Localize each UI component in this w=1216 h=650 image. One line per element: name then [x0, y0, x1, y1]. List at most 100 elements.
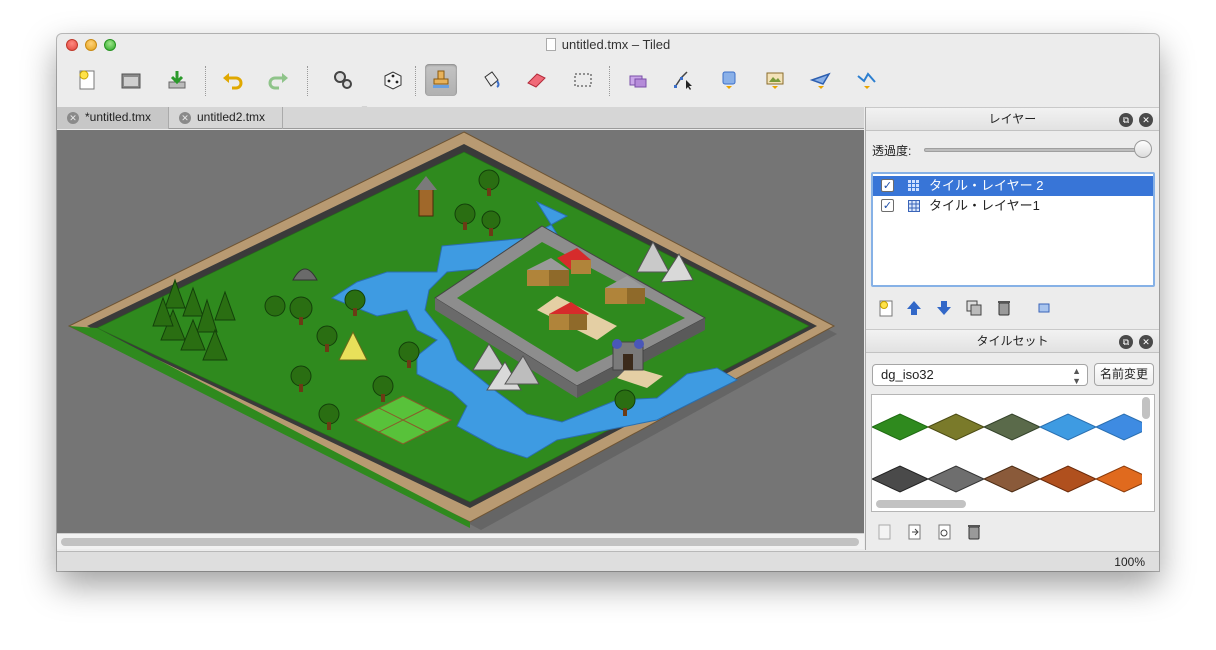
document-tabs: ✕ *untitled.tmx ✕ untitled2.tmx	[57, 107, 864, 129]
right-dock: レイヤー ⧉ ✕ 透過度: ✓ タイル・レイヤー 2 ✓ タイル・レイヤー1 タ…	[865, 107, 1159, 550]
eraser-button[interactable]	[521, 64, 553, 96]
save-download-icon	[168, 71, 186, 89]
close-panel-icon[interactable]: ✕	[1139, 113, 1153, 127]
undo-button[interactable]	[217, 64, 249, 96]
tile[interactable]	[926, 465, 986, 493]
toolbar-separator	[205, 66, 206, 96]
close-tab-icon[interactable]: ✕	[179, 112, 191, 124]
map-canvas[interactable]	[57, 130, 864, 533]
open-folder-icon	[121, 73, 141, 89]
zoom-window-button[interactable]	[104, 39, 116, 51]
layers-panel-title-text: レイヤー	[988, 112, 1037, 126]
duplicate-layer-icon[interactable]	[964, 298, 984, 318]
stamp-icon	[433, 70, 449, 88]
delete-layer-icon[interactable]	[994, 298, 1014, 318]
tile[interactable]	[872, 465, 930, 493]
tile[interactable]	[1038, 465, 1098, 493]
insert-rectangle-button[interactable]	[713, 64, 745, 96]
layer-name: タイル・レイヤー 2	[929, 178, 1044, 193]
tileset-dropdown-value: dg_iso32	[881, 367, 934, 382]
layers-panel-title: レイヤー ⧉ ✕	[866, 107, 1159, 131]
tile[interactable]	[982, 465, 1042, 493]
delete-tileset-icon[interactable]	[964, 522, 984, 542]
close-window-button[interactable]	[66, 39, 78, 51]
tile[interactable]	[1094, 413, 1154, 441]
commands-button[interactable]	[327, 64, 359, 96]
isometric-map[interactable]	[57, 130, 864, 533]
import-tileset-icon[interactable]	[904, 522, 924, 542]
watch-tower	[418, 187, 434, 217]
opacity-slider[interactable]	[924, 148, 1146, 152]
zoom-level[interactable]: 100%	[1114, 555, 1145, 569]
updown-arrows-icon: ▲ ▼	[1072, 366, 1081, 386]
rectangle-select-icon	[574, 73, 592, 87]
tileset-tools	[866, 519, 1159, 545]
tab-untitled2[interactable]: ✕ untitled2.tmx	[169, 107, 283, 129]
layer-properties-icon[interactable]	[1034, 298, 1054, 318]
tile[interactable]	[1094, 465, 1154, 493]
app-window: untitled.tmx – Tiled ▼	[57, 34, 1159, 571]
float-panel-icon[interactable]: ⧉	[1119, 335, 1133, 349]
tile[interactable]	[926, 413, 986, 441]
redo-button[interactable]	[262, 64, 294, 96]
undo-arrow-icon	[223, 73, 243, 90]
tilesets-panel-title: タイルセット ⧉ ✕	[866, 329, 1159, 353]
rectangle-select-button[interactable]	[567, 64, 599, 96]
scrollbar-thumb[interactable]	[61, 538, 859, 546]
edit-polygons-icon	[674, 71, 692, 90]
main-toolbar: ▼	[57, 56, 1159, 114]
canvas-horizontal-scrollbar[interactable]	[57, 533, 864, 549]
redo-arrow-icon	[268, 73, 288, 90]
open-button[interactable]	[115, 64, 147, 96]
bucket-fill-icon	[484, 71, 500, 88]
layer-row[interactable]: ✓ タイル・レイヤー1	[873, 196, 1153, 216]
close-tab-icon[interactable]: ✕	[67, 112, 79, 124]
add-layer-icon[interactable]	[876, 298, 896, 318]
opacity-label: 透過度:	[872, 144, 912, 158]
save-button[interactable]	[161, 64, 193, 96]
random-mode-button[interactable]	[377, 64, 409, 96]
title-bar: untitled.tmx – Tiled	[57, 34, 1159, 56]
close-panel-icon[interactable]: ✕	[1139, 335, 1153, 349]
tilesets-panel-title-text: タイルセット	[976, 334, 1049, 348]
gears-icon	[334, 71, 352, 89]
stamp-brush-button[interactable]	[425, 64, 457, 96]
new-tileset-icon[interactable]	[874, 522, 894, 542]
tile[interactable]	[872, 413, 930, 441]
tileset-properties-icon[interactable]	[934, 522, 954, 542]
tile[interactable]	[1038, 413, 1098, 441]
insert-rectangle-icon	[722, 71, 736, 89]
eraser-icon	[527, 73, 546, 88]
insert-image-button[interactable]	[759, 64, 791, 96]
toolbar-separator	[609, 66, 610, 96]
tab-label: untitled2.tmx	[197, 110, 266, 124]
float-panel-icon[interactable]: ⧉	[1119, 113, 1133, 127]
tab-label: *untitled.tmx	[85, 110, 152, 124]
layer-visibility-checkbox[interactable]: ✓	[881, 179, 894, 192]
tileset-horizontal-scrollbar[interactable]	[876, 500, 966, 508]
new-map-button[interactable]	[71, 64, 103, 96]
move-layer-up-icon[interactable]	[904, 298, 924, 318]
tile-grid[interactable]	[872, 395, 1154, 499]
toolbar-separator	[307, 66, 308, 96]
minimize-window-button[interactable]	[85, 39, 97, 51]
tab-untitled[interactable]: ✕ *untitled.tmx	[57, 107, 169, 129]
toolbar-separator	[415, 66, 416, 96]
insert-image-icon	[766, 72, 784, 89]
layer-list[interactable]: ✓ タイル・レイヤー 2 ✓ タイル・レイヤー1	[871, 172, 1155, 287]
move-layer-down-icon[interactable]	[934, 298, 954, 318]
tileset-view[interactable]	[871, 394, 1155, 512]
insert-polyline-button[interactable]	[851, 64, 883, 96]
bucket-fill-button[interactable]	[475, 64, 507, 96]
tileset-dropdown[interactable]: dg_iso32 ▲ ▼	[872, 364, 1088, 386]
tileset-vertical-scrollbar[interactable]	[1142, 397, 1150, 419]
opacity-slider-knob[interactable]	[1134, 140, 1152, 158]
edit-polygons-button[interactable]	[667, 64, 699, 96]
select-objects-button[interactable]	[622, 64, 654, 96]
layer-row[interactable]: ✓ タイル・レイヤー 2	[873, 176, 1153, 196]
tile[interactable]	[982, 413, 1042, 441]
rename-tileset-button[interactable]: 名前変更	[1094, 363, 1154, 386]
insert-polygon-button[interactable]	[805, 64, 837, 96]
layer-visibility-checkbox[interactable]: ✓	[881, 199, 894, 212]
insert-polyline-icon	[857, 72, 876, 89]
